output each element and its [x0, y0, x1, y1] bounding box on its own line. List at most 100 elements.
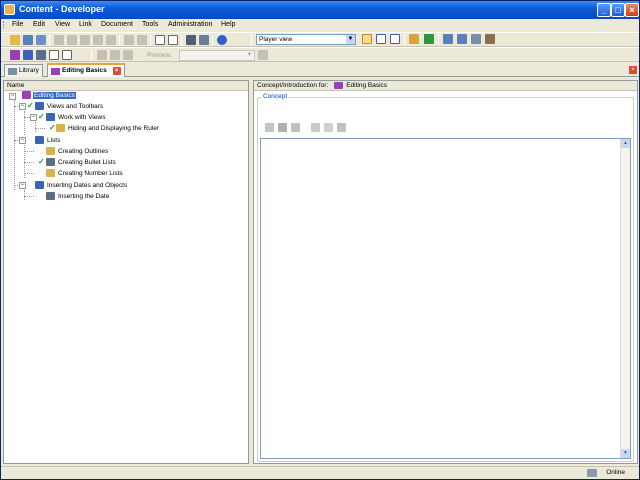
- properties-icon[interactable]: [49, 50, 59, 60]
- save-all-icon[interactable]: [36, 35, 46, 45]
- module-icon: [22, 91, 31, 100]
- preview-go-icon[interactable]: [258, 50, 268, 60]
- menu-grip: [3, 21, 5, 29]
- scroll-up-icon[interactable]: ▲: [621, 139, 630, 148]
- tree-node-label: Work with Views: [58, 114, 106, 121]
- library-icon: [8, 68, 17, 75]
- layout-horizontal-icon[interactable]: [376, 34, 386, 44]
- collapse-all-icon[interactable]: [168, 35, 178, 45]
- outline-column-header[interactable]: Name: [4, 81, 248, 91]
- tree-node-creating-number-lists[interactable]: Creating Number Lists: [46, 169, 124, 179]
- link-icon[interactable]: [265, 123, 274, 132]
- preview-select[interactable]: ▼: [179, 50, 255, 61]
- checkmark-icon: ✓: [38, 157, 45, 166]
- web-page-icon[interactable]: [278, 123, 287, 132]
- rename-icon[interactable]: [106, 35, 116, 45]
- concept-editor[interactable]: ▲ ▼: [260, 138, 631, 459]
- tree-node-lists[interactable]: Lists: [35, 136, 61, 146]
- redo-icon[interactable]: [137, 35, 147, 45]
- collapse-toggle[interactable]: −: [30, 114, 37, 121]
- close-button[interactable]: ×: [625, 3, 639, 17]
- open-icon[interactable]: [10, 35, 20, 45]
- check-in-icon[interactable]: [443, 34, 453, 44]
- move-down-icon[interactable]: [123, 50, 133, 60]
- find-icon[interactable]: [186, 35, 196, 45]
- new-topic-icon[interactable]: [36, 50, 46, 60]
- new-module-icon[interactable]: [10, 50, 20, 60]
- tree-node-label: Creating Outlines: [58, 148, 109, 155]
- close-pane-icon[interactable]: ×: [629, 66, 637, 74]
- online-status: Online: [606, 469, 625, 476]
- undo-icon[interactable]: [124, 35, 134, 45]
- collapse-toggle[interactable]: −: [9, 93, 16, 100]
- toolbar-view: Player view ▼: [249, 32, 519, 47]
- save-icon[interactable]: [23, 35, 33, 45]
- vertical-scrollbar[interactable]: ▲ ▼: [620, 139, 630, 458]
- paste-icon[interactable]: [80, 35, 90, 45]
- tree-node-inserting-dates[interactable]: Inserting Dates and Objects: [35, 181, 128, 191]
- spellcheck-icon[interactable]: [199, 35, 209, 45]
- collapse-toggle[interactable]: −: [19, 182, 26, 189]
- tree-node-label: Lists: [47, 137, 61, 144]
- tree-node-inserting-the-date[interactable]: Inserting the Date: [46, 192, 110, 202]
- menu-file[interactable]: File: [12, 21, 23, 28]
- menu-tools[interactable]: Tools: [142, 21, 158, 28]
- new-section-icon[interactable]: [23, 50, 33, 60]
- copy-icon[interactable]: [67, 35, 77, 45]
- history-icon[interactable]: [485, 34, 495, 44]
- layout-single-icon[interactable]: [362, 34, 372, 44]
- topic-icon: [46, 158, 55, 167]
- topic-type-icon[interactable]: [62, 50, 72, 60]
- concept-header: Concept/Introduction for: Editing Basics: [254, 81, 637, 91]
- tree-node-creating-outlines[interactable]: Creating Outlines: [46, 147, 109, 157]
- close-tab-icon[interactable]: ×: [112, 67, 121, 75]
- document-tabs: Library Editing Basics × ×: [1, 63, 639, 77]
- menu-administration[interactable]: Administration: [168, 21, 212, 28]
- tree-node-editing-basics[interactable]: Editing Basics: [22, 91, 76, 101]
- tab-library-label: Library: [19, 67, 39, 74]
- collapse-toggle[interactable]: −: [19, 103, 26, 110]
- tab-library[interactable]: Library: [4, 64, 43, 77]
- toolbar-secondary: Preview: ▼: [1, 47, 639, 62]
- folder-up-icon[interactable]: [409, 34, 419, 44]
- expand-all-icon[interactable]: [155, 35, 165, 45]
- edit-icon[interactable]: [311, 123, 320, 132]
- move-left-icon[interactable]: [97, 50, 107, 60]
- menu-help[interactable]: Help: [221, 21, 235, 28]
- chevron-down-icon: ▼: [246, 52, 253, 58]
- topic-icon: [56, 124, 65, 133]
- menu-edit[interactable]: Edit: [33, 21, 45, 28]
- checkmark-icon: ✓: [38, 112, 45, 121]
- concept-pane: Concept/Introduction for: Editing Basics …: [253, 80, 638, 464]
- concept-header-label: Concept/Introduction for:: [257, 82, 329, 90]
- tree-node-label: Hiding and Displaying the Ruler: [68, 125, 160, 132]
- help-icon[interactable]: [217, 35, 227, 45]
- maximize-button[interactable]: □: [611, 3, 625, 17]
- preview-icon[interactable]: [337, 123, 346, 132]
- tree-node-work-with-views[interactable]: Work with Views: [46, 113, 106, 123]
- package-icon[interactable]: [291, 123, 300, 132]
- tree-node-creating-bullet-lists[interactable]: Creating Bullet Lists: [46, 158, 117, 168]
- tree-node-label: Editing Basics: [33, 92, 76, 99]
- view-select-value: Player view: [259, 36, 293, 43]
- title-bar[interactable]: Content - Developer _ □ ×: [1, 1, 639, 19]
- menu-view[interactable]: View: [55, 21, 70, 28]
- tree-node-hiding-ruler[interactable]: Hiding and Displaying the Ruler: [56, 124, 160, 134]
- refresh-icon[interactable]: [424, 34, 434, 44]
- collapse-toggle[interactable]: −: [19, 137, 26, 144]
- check-out-icon[interactable]: [457, 34, 467, 44]
- view-select[interactable]: Player view ▼: [256, 34, 356, 45]
- scroll-down-icon[interactable]: ▼: [621, 449, 630, 458]
- get-latest-icon[interactable]: [471, 34, 481, 44]
- menu-document[interactable]: Document: [101, 21, 133, 28]
- cut-icon[interactable]: [54, 35, 64, 45]
- layout-vertical-icon[interactable]: [390, 34, 400, 44]
- tab-editing-basics[interactable]: Editing Basics ×: [47, 63, 125, 77]
- menu-link[interactable]: Link: [79, 21, 92, 28]
- tree-node-views-and-toolbars[interactable]: Views and Toolbars: [35, 102, 104, 112]
- minimize-button[interactable]: _: [597, 3, 611, 17]
- delete-icon[interactable]: [93, 35, 103, 45]
- move-up-icon[interactable]: [110, 50, 120, 60]
- unlink-icon[interactable]: [324, 123, 333, 132]
- tree-node-label: Creating Bullet Lists: [58, 159, 116, 166]
